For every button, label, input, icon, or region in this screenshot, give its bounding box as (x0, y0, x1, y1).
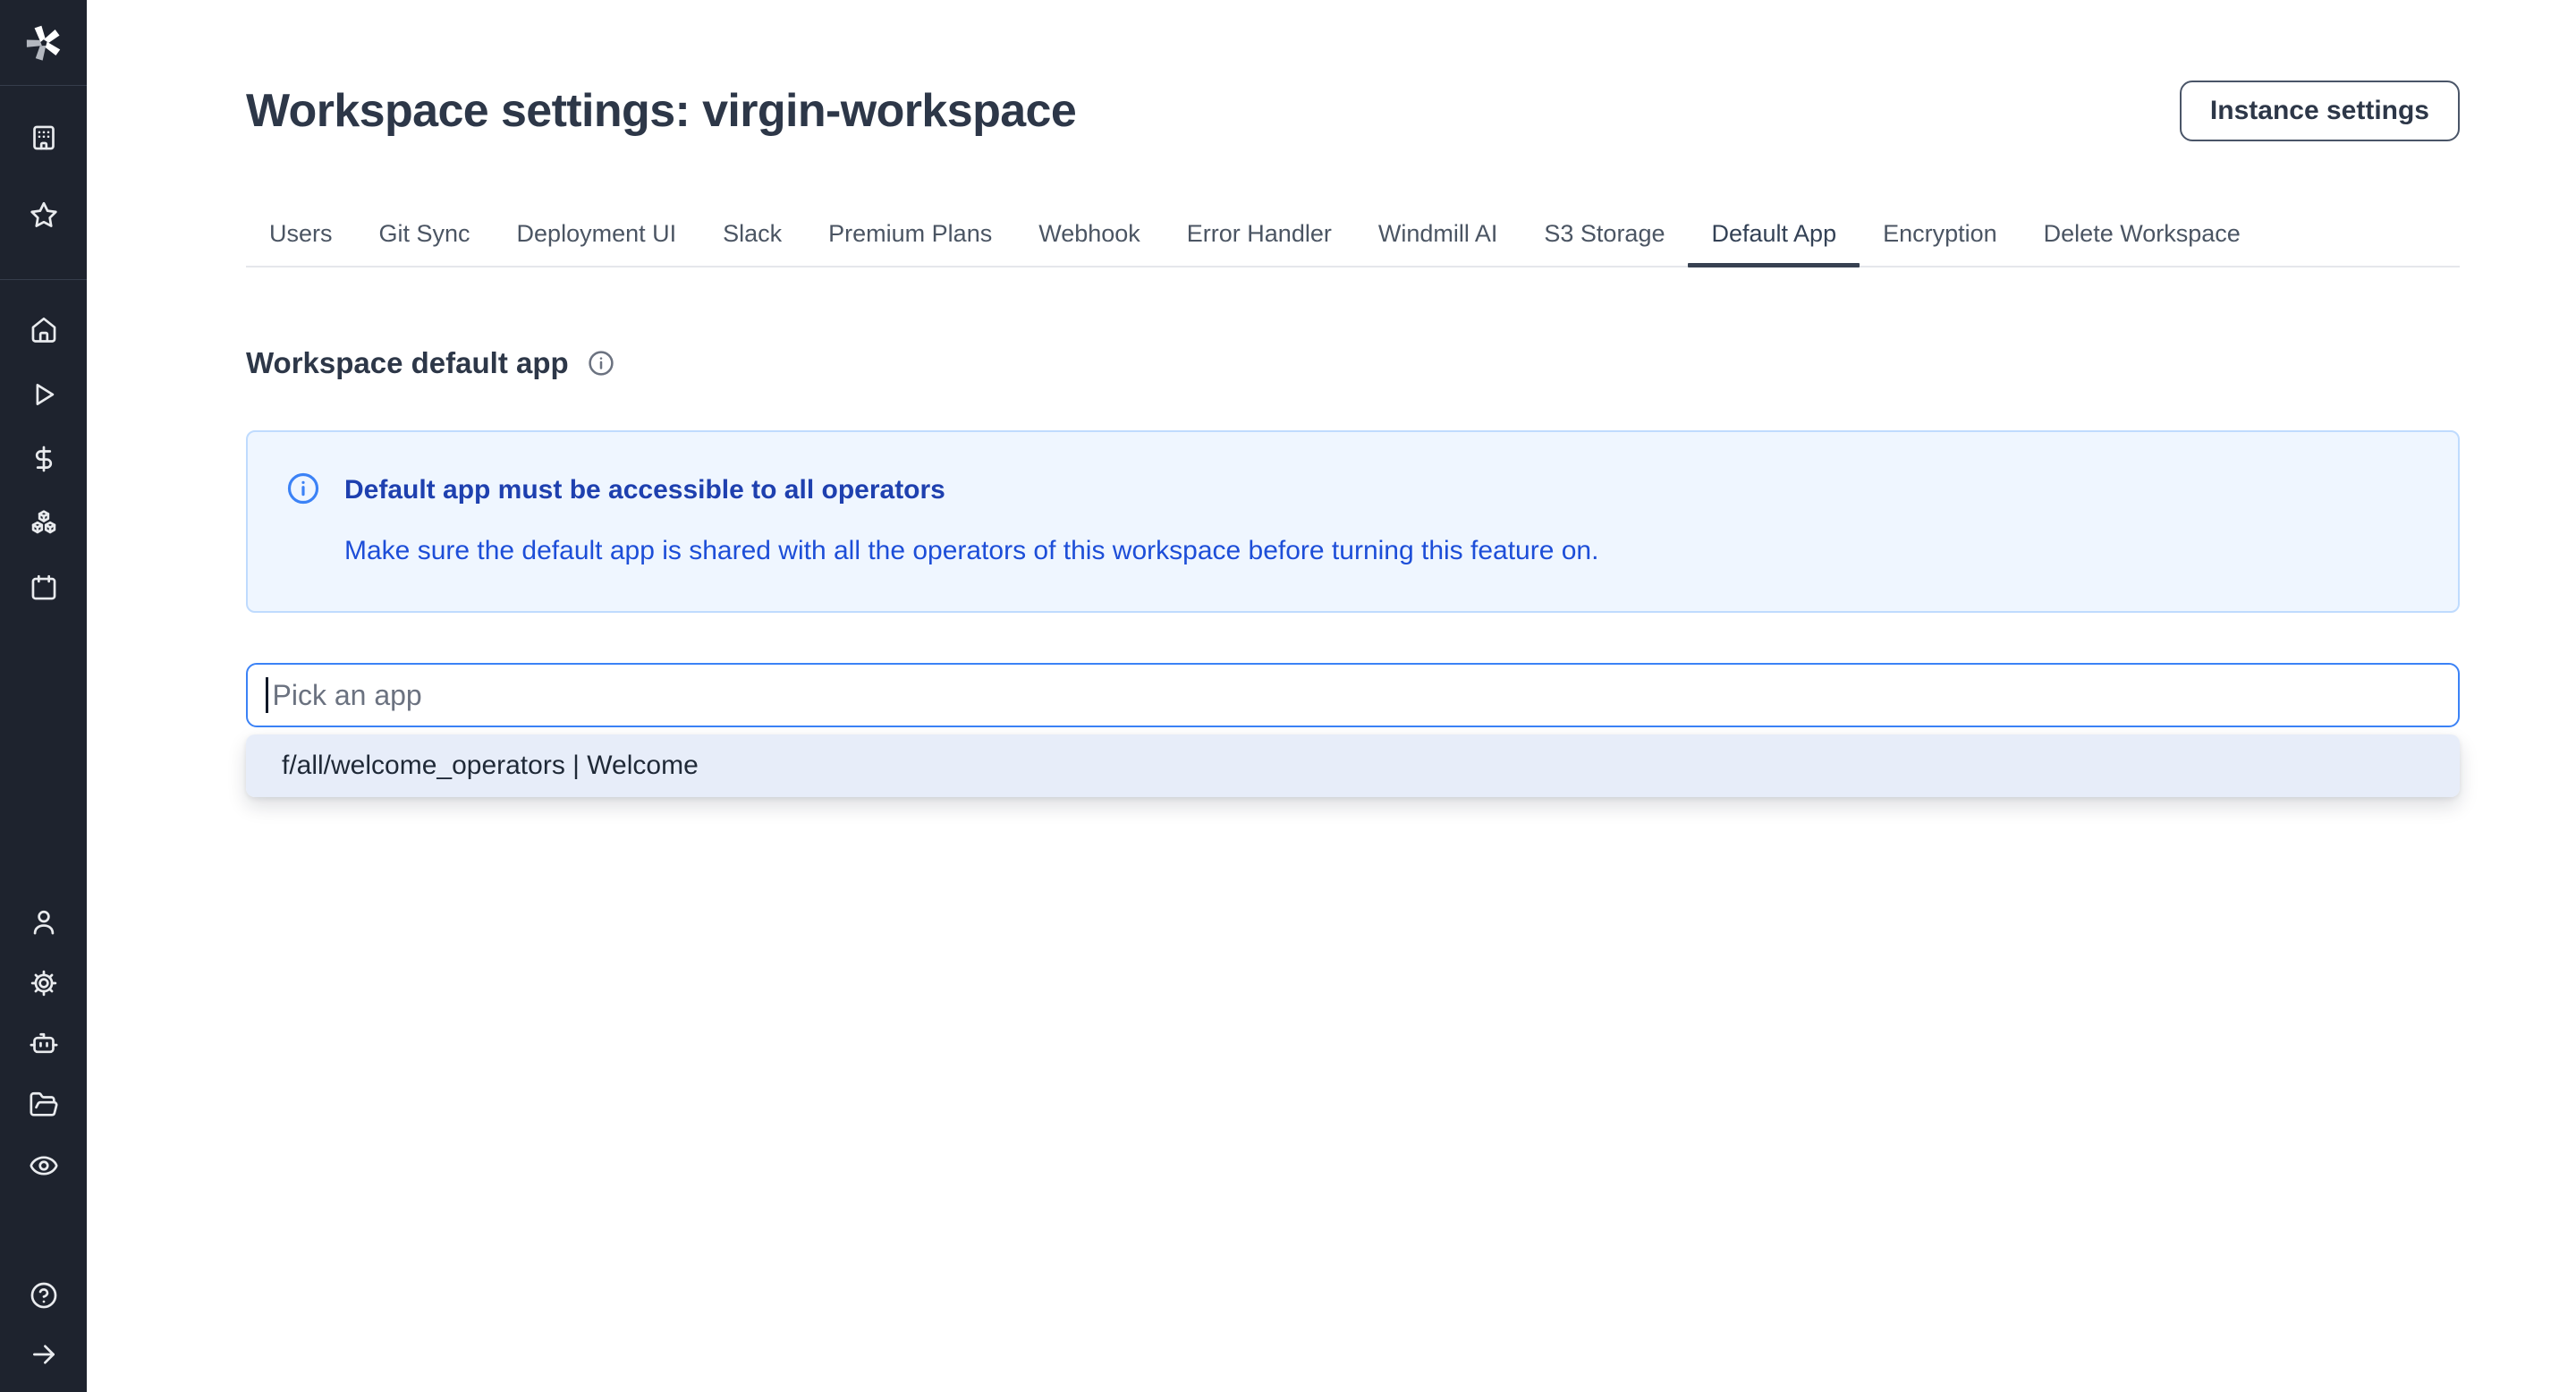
tab-default-app[interactable]: Default App (1688, 208, 1860, 266)
tab-premium-plans[interactable]: Premium Plans (805, 208, 1015, 266)
building-icon (29, 123, 59, 153)
eye-icon (29, 1150, 59, 1181)
sidebar-group-footer (0, 1276, 87, 1374)
tab-s3-storage[interactable]: S3 Storage (1521, 208, 1688, 266)
app-window: Workspace settings: virgin-workspace Ins… (0, 0, 2576, 1392)
alert-title: Default app must be accessible to all op… (344, 473, 1598, 507)
tab-encryption[interactable]: Encryption (1860, 208, 2021, 266)
tab-deployment-ui[interactable]: Deployment UI (494, 208, 700, 266)
help-circle-icon (29, 1280, 59, 1311)
windmill-logo-icon (21, 21, 66, 65)
alert-body: Make sure the default app is shared with… (344, 534, 1598, 568)
sidebar-group-nav (0, 310, 87, 607)
page-header: Workspace settings: virgin-workspace Ins… (246, 79, 2460, 143)
section-title: Workspace default app (246, 346, 569, 380)
folder-open-icon (29, 1090, 59, 1120)
instance-settings-button[interactable]: Instance settings (2180, 81, 2460, 141)
sidebar-item-workspace[interactable] (24, 118, 64, 157)
sidebar-item-home[interactable] (24, 310, 64, 350)
boxes-icon (29, 508, 59, 539)
home-icon (29, 315, 59, 345)
tab-error-handler[interactable]: Error Handler (1164, 208, 1355, 266)
robot-icon (29, 1029, 59, 1059)
app-picker-field (246, 663, 2460, 727)
app-picker-dropdown: f/all/welcome_operators | Welcome (246, 734, 2460, 797)
play-icon (29, 379, 59, 410)
sidebar-divider (0, 279, 87, 280)
tab-windmill-ai[interactable]: Windmill AI (1355, 208, 1521, 266)
app-picker-input[interactable] (273, 679, 2441, 712)
sidebar (0, 0, 87, 1392)
info-icon[interactable] (587, 349, 615, 378)
arrow-right-icon (29, 1339, 59, 1370)
sidebar-item-collapse[interactable] (24, 1335, 64, 1374)
calendar-icon (29, 573, 59, 603)
dropdown-option-welcome[interactable]: f/all/welcome_operators | Welcome (246, 734, 2460, 797)
tab-webhook[interactable]: Webhook (1015, 208, 1164, 266)
page-title: Workspace settings: virgin-workspace (246, 79, 2180, 143)
tab-delete-workspace[interactable]: Delete Workspace (2021, 208, 2264, 266)
alert-text: Default app must be accessible to all op… (344, 473, 1598, 568)
windmill-logo[interactable] (0, 0, 87, 86)
sidebar-item-resources[interactable] (24, 504, 64, 543)
main-content: Workspace settings: virgin-workspace Ins… (87, 0, 2576, 1392)
sidebar-item-schedules[interactable] (24, 568, 64, 607)
sidebar-item-variables[interactable] (24, 439, 64, 479)
alert-info-icon (285, 471, 321, 506)
sidebar-item-user[interactable] (24, 903, 64, 942)
tab-users[interactable]: Users (246, 208, 356, 266)
sidebar-group-admin (0, 903, 87, 1185)
section-heading-row: Workspace default app (246, 346, 2460, 380)
info-alert: Default app must be accessible to all op… (246, 430, 2460, 613)
sidebar-group-workspace (0, 118, 87, 234)
sidebar-item-settings[interactable] (24, 963, 64, 1003)
dollar-sign-icon (29, 444, 59, 474)
sidebar-item-audit[interactable] (24, 1146, 64, 1185)
sidebar-item-runs[interactable] (24, 375, 64, 414)
tab-git-sync[interactable]: Git Sync (356, 208, 494, 266)
user-icon (29, 907, 59, 938)
sidebar-item-favorites[interactable] (24, 195, 64, 234)
tab-slack[interactable]: Slack (699, 208, 805, 266)
sidebar-item-help[interactable] (24, 1276, 64, 1315)
star-icon (29, 199, 59, 230)
sidebar-item-folders[interactable] (24, 1085, 64, 1125)
gear-icon (29, 968, 59, 998)
settings-tabs: Users Git Sync Deployment UI Slack Premi… (246, 208, 2460, 267)
text-caret (266, 677, 268, 713)
sidebar-item-workers[interactable] (24, 1024, 64, 1064)
